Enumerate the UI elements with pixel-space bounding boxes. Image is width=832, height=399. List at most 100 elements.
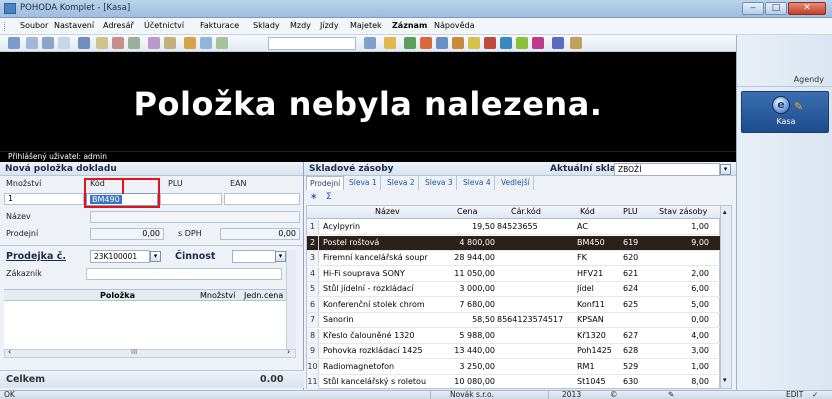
activity-dropdown[interactable]: ▾: [275, 251, 286, 262]
link-icon[interactable]: [216, 37, 228, 49]
kasa-agenda-button[interactable]: e ✎ Kasa: [741, 91, 829, 133]
new-icon[interactable]: [8, 37, 20, 49]
customer-field[interactable]: [86, 268, 282, 280]
vat-field[interactable]: 0,00: [220, 228, 300, 240]
scroll-up-icon[interactable]: ▴: [723, 208, 727, 216]
filter-icon[interactable]: [364, 37, 376, 49]
stock-row[interactable]: 1 Acylpyrin 19,50 84523655 AC 1,00: [307, 220, 721, 235]
row-price: 4 800,00: [459, 237, 495, 247]
tool-icon[interactable]: [148, 37, 160, 49]
stock-grid[interactable]: Název Cena Čár.kód Kód PLU Stav zásoby 1…: [306, 205, 721, 390]
menu-nastaveni[interactable]: Nastavení: [54, 21, 94, 30]
menu-majetek[interactable]: Majetek: [350, 21, 382, 30]
scroll-down-icon[interactable]: ▾: [723, 376, 727, 384]
stock-row[interactable]: 6 Konferenční stolek chrom 7 680,00 Konf11 6…: [307, 297, 721, 313]
doc-number-field[interactable]: 23K100001: [90, 250, 150, 263]
toolbar-search-field[interactable]: [268, 37, 356, 50]
left-vertical-scrollbar[interactable]: [286, 250, 296, 357]
pin-icon[interactable]: [570, 37, 582, 49]
menu-napoveda[interactable]: Nápověda: [434, 21, 475, 30]
minimize-button[interactable]: ‒: [742, 2, 764, 15]
col-qty[interactable]: Množství: [200, 291, 235, 300]
document-icon[interactable]: [58, 37, 70, 49]
attach-icon[interactable]: [200, 37, 212, 49]
plu-field[interactable]: [160, 193, 222, 205]
total-value: 0.00: [260, 374, 284, 385]
tab-vedlejsi[interactable]: Vedlejší: [498, 176, 534, 190]
warehouse-select[interactable]: ZBOŽÍ: [614, 163, 720, 176]
grid-vertical-scrollbar[interactable]: ▴ ▾: [720, 205, 732, 389]
menu-fakturace[interactable]: Fakturace: [200, 21, 239, 30]
tab-sleva4[interactable]: Sleva 4: [460, 176, 495, 190]
col-unitprice[interactable]: Jedn.cena: [244, 291, 283, 300]
warehouse-dropdown[interactable]: ▾: [720, 164, 731, 175]
menu-mzdy[interactable]: Mzdy: [290, 21, 311, 30]
menu-zaznam[interactable]: Záznam: [392, 21, 427, 30]
qty-field[interactable]: 1: [4, 193, 84, 205]
col-plu[interactable]: PLU: [623, 207, 638, 216]
mail-icon[interactable]: [500, 37, 512, 49]
col-stock[interactable]: Stav zásoby: [659, 207, 707, 216]
ean-field[interactable]: [224, 193, 300, 205]
tab-sleva2[interactable]: Sleva 2: [384, 176, 419, 190]
left-horizontal-scrollbar[interactable]: ‹ III ›: [4, 347, 296, 358]
filter-sum-icon[interactable]: Σ: [326, 192, 332, 202]
col-item[interactable]: Položka: [100, 291, 135, 300]
chart-icon[interactable]: [516, 37, 528, 49]
refresh-icon[interactable]: [404, 37, 416, 49]
find-icon[interactable]: [436, 37, 448, 49]
activity-field[interactable]: [232, 250, 276, 263]
percent-icon[interactable]: [184, 37, 196, 49]
maximize-button[interactable]: □: [765, 2, 787, 15]
star-icon[interactable]: [468, 37, 480, 49]
stock-row[interactable]: 7 Sanorin 58,50 8564123574517 KPSAN 0,00: [307, 313, 721, 328]
preview-icon[interactable]: [26, 37, 38, 49]
menu-ucetnictvi[interactable]: Účetnictví: [144, 21, 184, 30]
stock-row[interactable]: 8 Křeslo čalouněné 1320 5 988,00 Kř1320 627 4…: [307, 328, 721, 344]
list-icon[interactable]: [384, 37, 396, 49]
col-name[interactable]: Název: [375, 207, 400, 216]
sale-field[interactable]: 0,00: [90, 228, 164, 240]
menu-adresar[interactable]: Adresář: [103, 21, 134, 30]
col-ean[interactable]: Čár.kód: [511, 207, 541, 216]
stock-row[interactable]: 9 Pohovka rozkládací 1425 13 440,00 Poh1425…: [307, 344, 721, 359]
stock-row[interactable]: 3 Firemní kancelářská soupr 28 944,00 FK 620: [307, 251, 721, 266]
stock-row[interactable]: 10 Radiomagnetofon 3 250,00 RM1 529 1,00: [307, 359, 721, 375]
row-plu: 620: [623, 253, 639, 262]
tag-icon[interactable]: [484, 37, 496, 49]
flag-icon[interactable]: [532, 37, 544, 49]
scroll-right-icon[interactable]: ›: [287, 347, 290, 356]
name-field[interactable]: [90, 211, 300, 223]
tab-prodejni[interactable]: Prodejní: [306, 176, 345, 190]
tab-sleva3[interactable]: Sleva 3: [422, 176, 457, 190]
book-icon[interactable]: [452, 37, 464, 49]
paste-icon[interactable]: [128, 37, 140, 49]
col-price[interactable]: Cena: [457, 207, 477, 216]
menu-sklady[interactable]: Sklady: [253, 21, 280, 30]
stock-row[interactable]: 4 Hi-Fi souprava SONY 11 050,00 HFV21 621 2,0…: [307, 266, 721, 282]
menu-soubor[interactable]: Soubor: [20, 21, 48, 30]
scroll-left-icon[interactable]: ‹: [8, 347, 11, 356]
stop-icon[interactable]: [420, 37, 432, 49]
stock-row[interactable]: 5 Stůl jídelní - rozkládací 3 000,00 Jídel 6…: [307, 282, 721, 297]
filter-star-icon[interactable]: ∗: [310, 192, 318, 202]
row-number: 3: [307, 251, 319, 265]
total-bar: Celkem 0.00: [0, 370, 304, 388]
calc-icon[interactable]: [164, 37, 176, 49]
scroll-thumb[interactable]: III: [131, 348, 137, 356]
doc-dropdown[interactable]: ▾: [150, 251, 161, 262]
items-table-body[interactable]: [4, 301, 286, 349]
menu-jizdy[interactable]: Jízdy: [320, 21, 339, 30]
settings-icon[interactable]: [552, 37, 564, 49]
save-icon[interactable]: [78, 37, 90, 49]
print-icon[interactable]: [42, 37, 54, 49]
tab-sleva1[interactable]: Sleva 1: [346, 176, 381, 190]
stock-row[interactable]: 2 Postel roštová 4 800,00 BM450 619 9,00: [307, 235, 721, 251]
copy-icon[interactable]: [96, 37, 108, 49]
close-button[interactable]: ✕: [788, 2, 826, 15]
row-plu: 529: [623, 361, 639, 371]
delete-icon[interactable]: [112, 37, 124, 49]
col-code[interactable]: Kód: [580, 207, 595, 216]
stock-row[interactable]: 11 Stůl kancelářský s roletou 10 080,00 St1…: [307, 375, 721, 390]
agenda-header: Agendy: [737, 75, 832, 87]
